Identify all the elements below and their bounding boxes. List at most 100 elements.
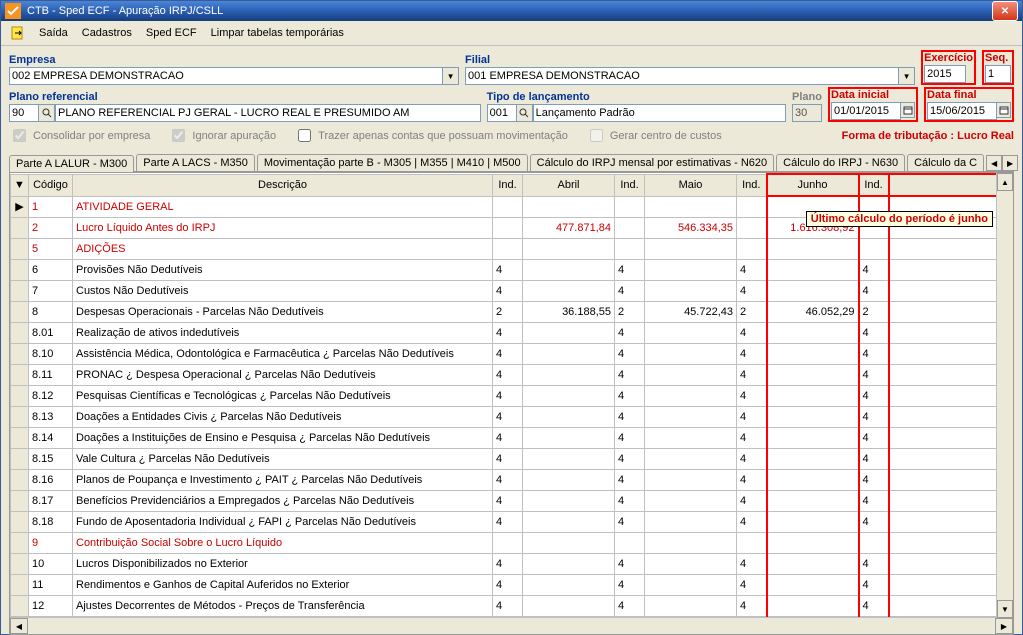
cell-ind1[interactable]: 4 <box>493 365 523 386</box>
planoref-desc-input[interactable] <box>55 104 481 122</box>
cell-abril[interactable] <box>523 365 615 386</box>
cell-codigo[interactable]: 8.10 <box>29 344 73 365</box>
data-inicial-calendar-button[interactable] <box>901 102 915 118</box>
planoref-cod-input[interactable] <box>9 104 39 122</box>
table-row[interactable]: 8.17Benefícios Previdenciários a Emprega… <box>11 491 1013 512</box>
col-ind1[interactable]: Ind. <box>493 174 523 196</box>
col-rowselector[interactable]: ▼ <box>11 174 29 196</box>
cell-abril[interactable] <box>523 491 615 512</box>
cell-ind1[interactable]: 4 <box>493 470 523 491</box>
col-ind3[interactable]: Ind. <box>737 174 767 196</box>
tipolanc-desc-input[interactable] <box>533 104 786 122</box>
menu-saida[interactable]: Saída <box>39 27 68 39</box>
cell-ind2[interactable]: 4 <box>615 449 645 470</box>
table-row[interactable]: 6Provisões Não Dedutíveis4444 <box>11 260 1013 281</box>
scroll-up-button[interactable]: ▲ <box>997 173 1013 191</box>
cell-maio[interactable] <box>645 386 737 407</box>
data-inicial-input[interactable] <box>831 102 901 120</box>
cell-abril[interactable] <box>523 449 615 470</box>
cell-ind3[interactable]: 4 <box>737 491 767 512</box>
cell-ind1[interactable]: 4 <box>493 428 523 449</box>
cell-ind3[interactable]: 4 <box>737 281 767 302</box>
col-abril[interactable]: Abril <box>523 174 615 196</box>
planoref-lookup-button[interactable] <box>39 104 55 122</box>
cell-junho[interactable] <box>767 470 859 491</box>
cell-codigo[interactable]: 8.15 <box>29 449 73 470</box>
cell-ind1[interactable] <box>493 239 523 260</box>
cell-ind2[interactable]: 4 <box>615 512 645 533</box>
cell-descricao[interactable]: Benefícios Previdenciários a Empregados … <box>73 491 493 512</box>
tab-calculo-irpj-n630[interactable]: Cálculo do IRPJ - N630 <box>776 154 905 171</box>
cell-ind2[interactable]: 4 <box>615 470 645 491</box>
cell-descricao[interactable]: Planos de Poupança e Investimento ¿ PAIT… <box>73 470 493 491</box>
tab-lacs-m350[interactable]: Parte A LACS - M350 <box>136 154 255 171</box>
cell-maio[interactable] <box>645 323 737 344</box>
cell-abril[interactable] <box>523 428 615 449</box>
close-button[interactable]: ✕ <box>992 1 1018 21</box>
exercicio-input[interactable] <box>924 65 966 83</box>
tab-calculo-irpj-n620[interactable]: Cálculo do IRPJ mensal por estimativas -… <box>530 154 774 171</box>
cell-ind4[interactable]: 4 <box>859 260 889 281</box>
cell-ind2[interactable]: 4 <box>615 323 645 344</box>
scroll-down-button[interactable]: ▼ <box>997 600 1013 618</box>
table-row[interactable]: 8.11PRONAC ¿ Despesa Operacional ¿ Parce… <box>11 365 1013 386</box>
cell-ind4[interactable]: 4 <box>859 575 889 596</box>
cell-ind4[interactable]: 4 <box>859 491 889 512</box>
tab-calculo-c[interactable]: Cálculo da C <box>907 154 984 171</box>
cell-ind3[interactable]: 4 <box>737 386 767 407</box>
table-row[interactable]: 9Contribuição Social Sobre o Lucro Líqui… <box>11 533 1013 554</box>
table-row[interactable]: 5ADIÇÕES <box>11 239 1013 260</box>
table-row[interactable]: 8.18Fundo de Aposentadoria Individual ¿ … <box>11 512 1013 533</box>
cell-abril[interactable] <box>523 575 615 596</box>
cell-junho[interactable] <box>767 428 859 449</box>
cell-junho[interactable] <box>767 365 859 386</box>
cell-abril[interactable] <box>523 196 615 218</box>
table-row[interactable]: 11Rendimentos e Ganhos de Capital Auferi… <box>11 575 1013 596</box>
cell-descricao[interactable]: Contribuição Social Sobre o Lucro Líquid… <box>73 533 493 554</box>
cell-ind4[interactable]: 4 <box>859 365 889 386</box>
cell-ind2[interactable]: 2 <box>615 302 645 323</box>
scroll-left-button[interactable]: ◀ <box>10 618 28 634</box>
cell-abril[interactable] <box>523 344 615 365</box>
tipolanc-lookup-button[interactable] <box>517 104 533 122</box>
cell-codigo[interactable]: 10 <box>29 554 73 575</box>
cell-maio[interactable] <box>645 407 737 428</box>
cell-ind4[interactable]: 4 <box>859 512 889 533</box>
filial-dropdown-button[interactable]: ▼ <box>899 67 915 85</box>
cell-codigo[interactable]: 7 <box>29 281 73 302</box>
cell-junho[interactable]: 46.052,29 <box>767 302 859 323</box>
cell-codigo[interactable]: 2 <box>29 218 73 239</box>
cell-abril[interactable] <box>523 323 615 344</box>
cell-maio[interactable] <box>645 281 737 302</box>
cell-maio[interactable] <box>645 512 737 533</box>
cell-ind2[interactable]: 4 <box>615 365 645 386</box>
table-row[interactable]: 8.01Realização de ativos indedutíveis444… <box>11 323 1013 344</box>
cell-maio[interactable] <box>645 196 737 218</box>
cell-ind3[interactable]: 4 <box>737 323 767 344</box>
cell-abril[interactable] <box>523 239 615 260</box>
cell-descricao[interactable]: Fundo de Aposentadoria Individual ¿ FAPI… <box>73 512 493 533</box>
cell-ind4[interactable]: 4 <box>859 428 889 449</box>
cell-abril[interactable] <box>523 407 615 428</box>
cell-junho[interactable] <box>767 344 859 365</box>
cell-ind2[interactable]: 4 <box>615 407 645 428</box>
cell-junho[interactable] <box>767 407 859 428</box>
cell-codigo[interactable]: 11 <box>29 575 73 596</box>
cell-descricao[interactable]: ADIÇÕES <box>73 239 493 260</box>
cell-ind2[interactable]: 4 <box>615 575 645 596</box>
cell-codigo[interactable]: 6 <box>29 260 73 281</box>
col-ind4[interactable]: Ind. <box>859 174 889 196</box>
tipolanc-cod-input[interactable] <box>487 104 517 122</box>
cell-ind2[interactable] <box>615 196 645 218</box>
cell-ind1[interactable]: 4 <box>493 554 523 575</box>
cell-ind1[interactable] <box>493 218 523 239</box>
col-maio[interactable]: Maio <box>645 174 737 196</box>
cell-ind3[interactable]: 4 <box>737 554 767 575</box>
cell-descricao[interactable]: Rendimentos e Ganhos de Capital Auferido… <box>73 575 493 596</box>
cell-junho[interactable] <box>767 386 859 407</box>
cell-codigo[interactable]: 9 <box>29 533 73 554</box>
cell-junho[interactable] <box>767 554 859 575</box>
menu-spedecf[interactable]: Sped ECF <box>146 27 197 39</box>
cell-ind1[interactable] <box>493 533 523 554</box>
cell-maio[interactable] <box>645 596 737 617</box>
